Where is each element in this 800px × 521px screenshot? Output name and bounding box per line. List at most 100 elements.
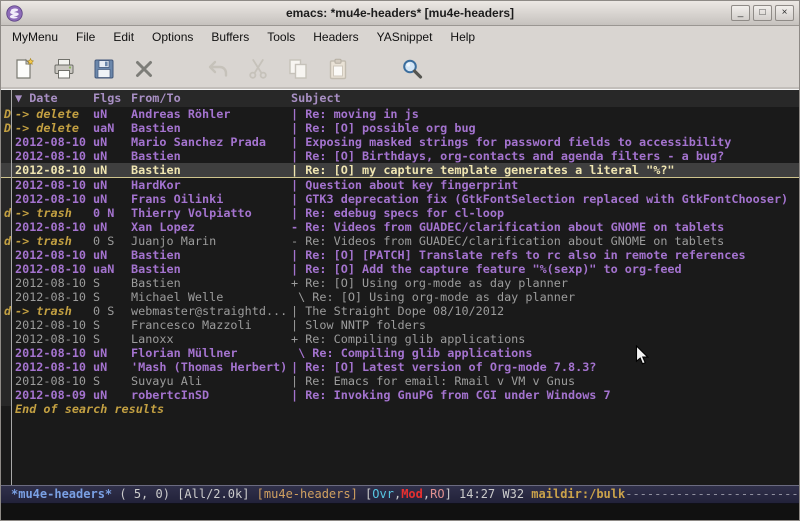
emacs-window: emacs: *mu4e-headers* [mu4e-headers] _□×… bbox=[0, 0, 800, 521]
message-from: Bastien bbox=[131, 248, 291, 262]
column-header-subject[interactable]: Subject bbox=[291, 90, 341, 107]
message-from: Andreas Röhler bbox=[131, 107, 291, 121]
message-date: 2012-08-10 bbox=[15, 192, 93, 206]
message-mark bbox=[4, 163, 15, 177]
message-row[interactable]: 2012-08-10SBastien+ Re: [O] Using org-mo… bbox=[1, 276, 799, 290]
menu-edit[interactable]: Edit bbox=[104, 26, 143, 49]
menu-buffers[interactable]: Buffers bbox=[202, 26, 258, 49]
minimize-button[interactable]: _ bbox=[731, 5, 750, 21]
message-row[interactable]: 2012-08-10uNBastien| Re: [O] Birthdays, … bbox=[1, 149, 799, 163]
message-date: 2012-08-10 bbox=[15, 332, 93, 346]
message-subject: + Re: [O] Using org-mode as day planner bbox=[291, 276, 799, 290]
message-row[interactable]: 2012-08-10SSuvayu Ali| Re: Emacs for ema… bbox=[1, 374, 799, 388]
menu-options[interactable]: Options bbox=[143, 26, 202, 49]
message-row[interactable]: 2012-08-10SLanoxx+ Re: Compiling glib ap… bbox=[1, 332, 799, 346]
search-button[interactable] bbox=[397, 53, 429, 85]
message-row[interactable]: 2012-08-10uNFlorian Müllner \ Re: Compil… bbox=[1, 346, 799, 360]
buffer-area[interactable]: ▼ Date Flgs From/To Subject D-> deleteuN… bbox=[1, 90, 799, 485]
echo-area[interactable] bbox=[1, 504, 799, 520]
message-row[interactable]: 2012-08-10uNBastien| Re: [O] [PATCH] Tra… bbox=[1, 248, 799, 262]
message-mark bbox=[4, 332, 15, 346]
message-date: 2012-08-10 bbox=[15, 290, 93, 304]
message-mark: D bbox=[4, 121, 15, 135]
message-subject: + Re: Compiling glib applications bbox=[291, 332, 799, 346]
menu-yasnippet[interactable]: YASnippet bbox=[368, 26, 442, 49]
message-subject: | Re: Emacs for email: Rmail v VM v Gnus bbox=[291, 374, 799, 388]
message-subject: | Re: edebug specs for cl-loop bbox=[291, 206, 799, 220]
close-button[interactable] bbox=[129, 53, 161, 85]
menu-headers[interactable]: Headers bbox=[304, 26, 367, 49]
message-row[interactable]: d-> trash0 NThierry Volpiatto| Re: edebu… bbox=[1, 206, 799, 220]
message-flags: uN bbox=[93, 360, 131, 374]
message-subject: | Re: [O] Latest version of Org-mode 7.8… bbox=[291, 360, 799, 374]
message-flags: 0 S bbox=[93, 234, 131, 248]
close-button[interactable]: × bbox=[775, 5, 794, 21]
message-mark bbox=[4, 220, 15, 234]
message-row[interactable]: 2012-08-10uNBastien| Re: [O] my capture … bbox=[1, 163, 799, 178]
message-date: -> trash bbox=[15, 234, 93, 248]
message-from: Lanoxx bbox=[131, 332, 291, 346]
maximize-button[interactable]: □ bbox=[753, 5, 772, 21]
message-mark bbox=[4, 262, 15, 276]
message-mark: d bbox=[4, 234, 15, 248]
cut-button[interactable] bbox=[243, 53, 275, 85]
message-row[interactable]: 2012-08-10uNHardKor| Question about key … bbox=[1, 178, 799, 192]
message-row[interactable]: D-> deleteuNAndreas Röhler| Re: moving i… bbox=[1, 107, 799, 121]
window-title: emacs: *mu4e-headers* [mu4e-headers] bbox=[1, 6, 799, 20]
message-row[interactable]: D-> deleteuaNBastien| Re: [O] possible o… bbox=[1, 121, 799, 135]
save-button[interactable] bbox=[89, 53, 121, 85]
menu-help[interactable]: Help bbox=[441, 26, 484, 49]
undo-button[interactable] bbox=[203, 53, 235, 85]
message-row[interactable]: 2012-08-10uN'Mash (Thomas Herbert)| Re: … bbox=[1, 360, 799, 374]
window-buttons: _□× bbox=[731, 5, 794, 21]
message-subject: | Re: [O] [PATCH] Translate refs to rc a… bbox=[291, 248, 799, 262]
toolbar-separator bbox=[363, 69, 397, 70]
paste-button[interactable] bbox=[323, 53, 355, 85]
message-mark bbox=[4, 248, 15, 262]
message-row[interactable]: 2012-08-10uNMario Sanchez Prada| Exposin… bbox=[1, 135, 799, 149]
close-icon bbox=[132, 57, 158, 81]
message-from: Mario Sanchez Prada bbox=[131, 135, 291, 149]
message-row[interactable]: 2012-08-10uaNBastien| Re: [O] Add the ca… bbox=[1, 262, 799, 276]
message-flags: uaN bbox=[93, 121, 131, 135]
menu-tools[interactable]: Tools bbox=[258, 26, 304, 49]
message-mark bbox=[4, 290, 15, 304]
modeline-week: W32 bbox=[502, 487, 531, 501]
modeline-buffer-size: [All/2.0k] bbox=[177, 487, 256, 501]
message-flags: uN bbox=[93, 135, 131, 149]
menu-mymenu[interactable]: MyMenu bbox=[3, 26, 67, 49]
column-header-from[interactable]: From/To bbox=[131, 90, 291, 107]
message-row[interactable]: 2012-08-10SFrancesco Mazzoli| Slow NNTP … bbox=[1, 318, 799, 332]
print-button[interactable] bbox=[49, 53, 81, 85]
message-flags: uN bbox=[93, 107, 131, 121]
modeline-filler-dashes: ---------------------------------------- bbox=[625, 487, 799, 501]
message-row[interactable]: 2012-08-09uNrobertcInSD| Re: Invoking Gn… bbox=[1, 388, 799, 402]
message-row[interactable]: d-> trash0 Swebmaster@straightd...| The … bbox=[1, 304, 799, 318]
message-subject: \ Re: Compiling glib applications bbox=[291, 346, 799, 360]
message-row[interactable]: d-> trash0 SJuanjo Marin- Re: Videos fro… bbox=[1, 234, 799, 248]
message-from: Bastien bbox=[131, 149, 291, 163]
message-from: Xan Lopez bbox=[131, 220, 291, 234]
message-flags: uN bbox=[93, 149, 131, 163]
message-row[interactable]: 2012-08-10uNFrans Oilinki| GTK3 deprecat… bbox=[1, 192, 799, 206]
new-file-button[interactable] bbox=[9, 53, 41, 85]
message-date: 2012-08-10 bbox=[15, 262, 93, 276]
message-flags: S bbox=[93, 290, 131, 304]
message-date: 2012-08-10 bbox=[15, 346, 93, 360]
message-mark bbox=[4, 192, 15, 206]
message-mark: d bbox=[4, 206, 15, 220]
message-subject: | Re: moving in js bbox=[291, 107, 799, 121]
message-mark bbox=[4, 276, 15, 290]
titlebar[interactable]: emacs: *mu4e-headers* [mu4e-headers] _□× bbox=[1, 1, 799, 26]
menu-file[interactable]: File bbox=[67, 26, 104, 49]
message-row[interactable]: 2012-08-10SMichael Welle \ Re: [O] Using… bbox=[1, 290, 799, 304]
message-subject: | The Straight Dope 08/10/2012 bbox=[291, 304, 799, 318]
column-header-flags[interactable]: Flgs bbox=[93, 90, 131, 107]
message-flags: uN bbox=[93, 220, 131, 234]
header-spacer bbox=[4, 90, 15, 107]
message-row[interactable]: 2012-08-10uNXan Lopez- Re: Videos from G… bbox=[1, 220, 799, 234]
message-date: 2012-08-10 bbox=[15, 360, 93, 374]
copy-button[interactable] bbox=[283, 53, 315, 85]
column-header-date[interactable]: ▼ Date bbox=[15, 90, 93, 107]
paste-icon bbox=[326, 57, 352, 81]
